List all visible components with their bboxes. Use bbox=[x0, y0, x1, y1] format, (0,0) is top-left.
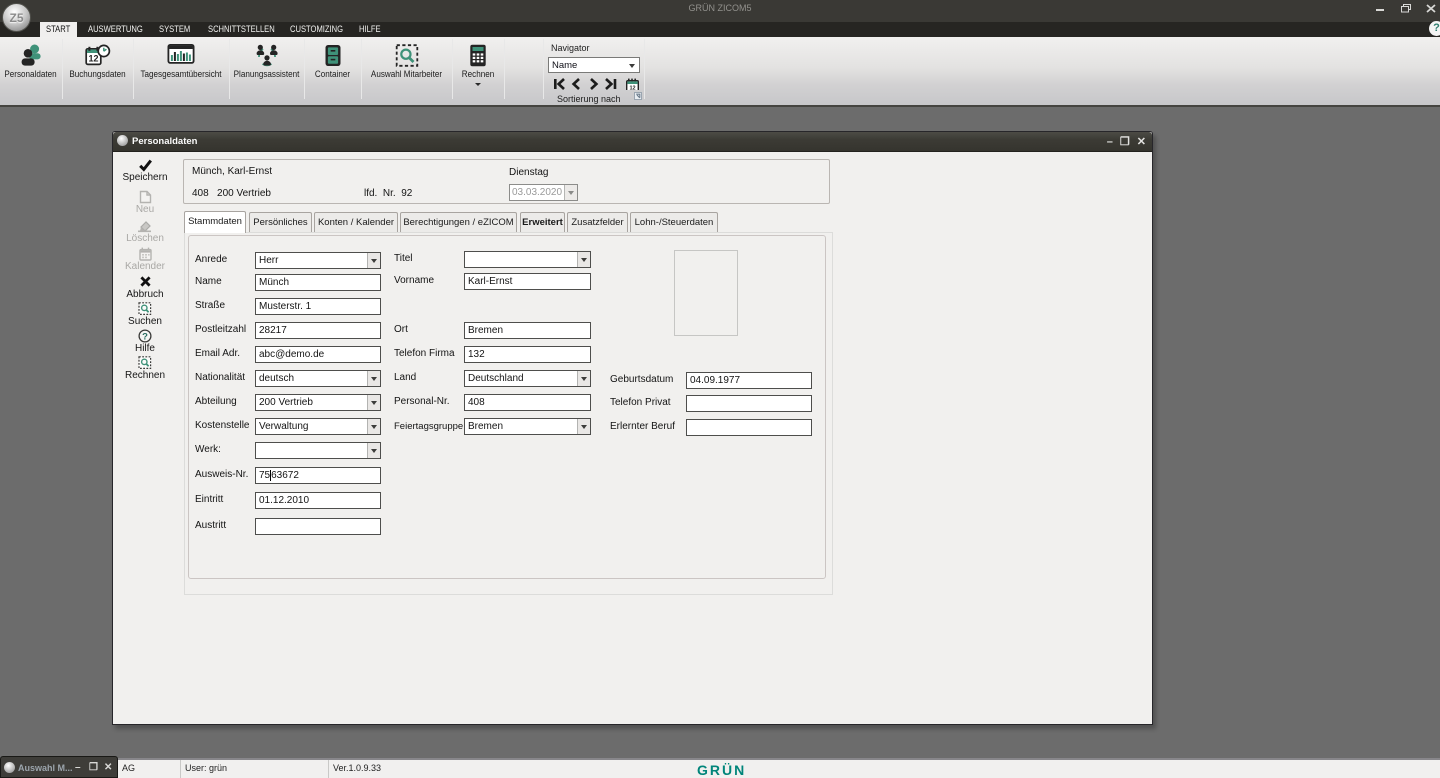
svg-text:12: 12 bbox=[88, 54, 98, 64]
svg-text:12: 12 bbox=[629, 86, 635, 90]
svg-text:?: ? bbox=[142, 331, 148, 342]
